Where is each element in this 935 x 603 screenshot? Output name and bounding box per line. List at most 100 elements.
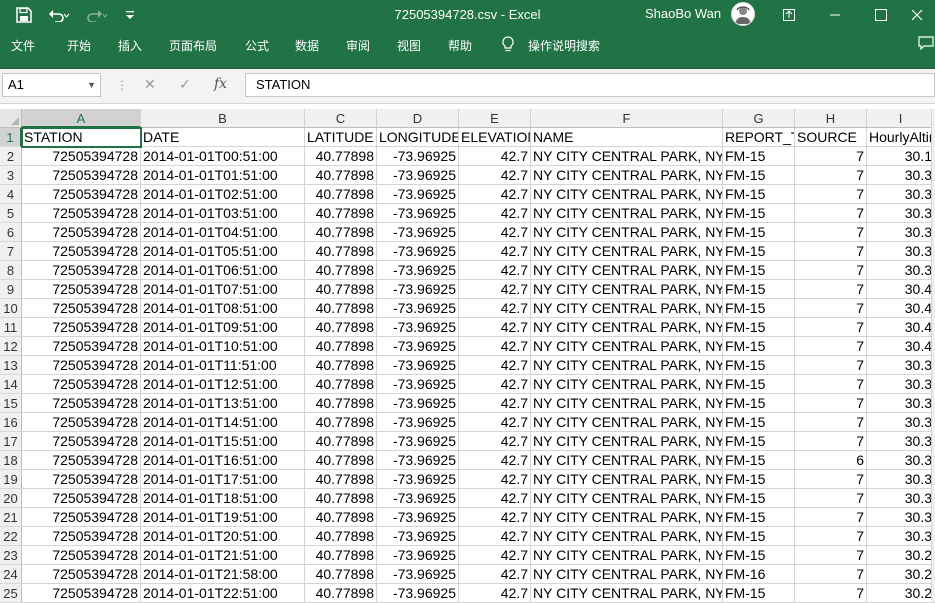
formula-bar-splitter[interactable]: ⋮ — [116, 78, 128, 92]
report-type-cell[interactable]: FM-15 — [723, 147, 795, 166]
altimeter-cell[interactable]: 30.1 — [867, 147, 935, 166]
date-cell[interactable]: 2014-01-01T04:51:00 — [141, 223, 305, 242]
tab-home[interactable]: 开始 — [67, 37, 91, 54]
elevation-cell[interactable]: 42.7 — [459, 185, 531, 204]
row-header[interactable]: 23 — [0, 546, 22, 565]
tab-view[interactable]: 视图 — [397, 37, 421, 54]
source-cell[interactable]: 7 — [795, 280, 867, 299]
elevation-cell[interactable]: 42.7 — [459, 565, 531, 584]
date-cell[interactable]: 2014-01-01T13:51:00 — [141, 394, 305, 413]
date-cell[interactable]: 2014-01-01T15:51:00 — [141, 432, 305, 451]
row-header[interactable]: 10 — [0, 299, 22, 318]
row-header[interactable]: 13 — [0, 356, 22, 375]
report-type-cell[interactable]: FM-15 — [723, 451, 795, 470]
station-cell[interactable]: 72505394728 — [22, 489, 141, 508]
altimeter-cell[interactable]: 30.2 — [867, 565, 935, 584]
station-cell[interactable]: 72505394728 — [22, 451, 141, 470]
source-cell[interactable]: 7 — [795, 261, 867, 280]
tab-data[interactable]: 数据 — [295, 37, 319, 54]
elevation-cell[interactable]: 42.7 — [459, 432, 531, 451]
row-header[interactable]: 20 — [0, 489, 22, 508]
altimeter-cell[interactable]: 30.3 — [867, 394, 935, 413]
header-cell[interactable]: REPORT_TYPE — [723, 128, 795, 147]
row-header[interactable]: 21 — [0, 508, 22, 527]
date-cell[interactable]: 2014-01-01T14:51:00 — [141, 413, 305, 432]
name-cell[interactable]: NY CITY CENTRAL PARK, NY US — [531, 204, 723, 223]
header-cell[interactable]: ELEVATION — [459, 128, 531, 147]
source-cell[interactable]: 7 — [795, 318, 867, 337]
station-cell[interactable]: 72505394728 — [22, 147, 141, 166]
latitude-cell[interactable]: 40.77898 — [305, 280, 377, 299]
tab-formulas[interactable]: 公式 — [245, 37, 269, 54]
row-header[interactable]: 22 — [0, 527, 22, 546]
elevation-cell[interactable]: 42.7 — [459, 546, 531, 565]
longitude-cell[interactable]: -73.96925 — [377, 375, 459, 394]
station-cell[interactable]: 72505394728 — [22, 508, 141, 527]
row-header[interactable]: 16 — [0, 413, 22, 432]
altimeter-cell[interactable]: 30.3 — [867, 166, 935, 185]
longitude-cell[interactable]: -73.96925 — [377, 337, 459, 356]
date-cell[interactable]: 2014-01-01T07:51:00 — [141, 280, 305, 299]
column-header-a[interactable]: A — [22, 109, 141, 128]
avatar[interactable] — [731, 2, 755, 26]
date-cell[interactable]: 2014-01-01T19:51:00 — [141, 508, 305, 527]
elevation-cell[interactable]: 42.7 — [459, 508, 531, 527]
row-header[interactable]: 1 — [0, 128, 22, 147]
station-cell[interactable]: 72505394728 — [22, 261, 141, 280]
elevation-cell[interactable]: 42.7 — [459, 451, 531, 470]
source-cell[interactable]: 7 — [795, 185, 867, 204]
date-cell[interactable]: 2014-01-01T10:51:00 — [141, 337, 305, 356]
report-type-cell[interactable]: FM-15 — [723, 489, 795, 508]
report-type-cell[interactable]: FM-15 — [723, 337, 795, 356]
source-cell[interactable]: 7 — [795, 223, 867, 242]
longitude-cell[interactable]: -73.96925 — [377, 565, 459, 584]
source-cell[interactable]: 7 — [795, 394, 867, 413]
header-cell[interactable]: LATITUDE — [305, 128, 377, 147]
latitude-cell[interactable]: 40.77898 — [305, 394, 377, 413]
longitude-cell[interactable]: -73.96925 — [377, 413, 459, 432]
altimeter-cell[interactable]: 30.2 — [867, 584, 935, 603]
station-cell[interactable]: 72505394728 — [22, 546, 141, 565]
name-cell[interactable]: NY CITY CENTRAL PARK, NY US — [531, 451, 723, 470]
report-type-cell[interactable]: FM-15 — [723, 261, 795, 280]
name-cell[interactable]: NY CITY CENTRAL PARK, NY US — [531, 489, 723, 508]
latitude-cell[interactable]: 40.77898 — [305, 527, 377, 546]
longitude-cell[interactable]: -73.96925 — [377, 242, 459, 261]
station-cell[interactable]: 72505394728 — [22, 565, 141, 584]
report-type-cell[interactable]: FM-15 — [723, 280, 795, 299]
column-header-e[interactable]: E — [459, 109, 531, 128]
date-cell[interactable]: 2014-01-01T11:51:00 — [141, 356, 305, 375]
longitude-cell[interactable]: -73.96925 — [377, 147, 459, 166]
date-cell[interactable]: 2014-01-01T20:51:00 — [141, 527, 305, 546]
date-cell[interactable]: 2014-01-01T03:51:00 — [141, 204, 305, 223]
close-icon[interactable] — [899, 0, 935, 30]
longitude-cell[interactable]: -73.96925 — [377, 470, 459, 489]
station-cell[interactable]: 72505394728 — [22, 242, 141, 261]
cancel-icon[interactable]: ✕ — [144, 76, 156, 93]
report-type-cell[interactable]: FM-15 — [723, 242, 795, 261]
name-cell[interactable]: NY CITY CENTRAL PARK, NY US — [531, 546, 723, 565]
name-cell[interactable]: NY CITY CENTRAL PARK, NY US — [531, 432, 723, 451]
altimeter-cell[interactable]: 30.3 — [867, 470, 935, 489]
elevation-cell[interactable]: 42.7 — [459, 261, 531, 280]
tab-help[interactable]: 帮助 — [448, 37, 472, 54]
elevation-cell[interactable]: 42.7 — [459, 489, 531, 508]
source-cell[interactable]: 7 — [795, 375, 867, 394]
source-cell[interactable]: 7 — [795, 356, 867, 375]
source-cell[interactable]: 7 — [795, 584, 867, 603]
station-cell[interactable]: 72505394728 — [22, 356, 141, 375]
latitude-cell[interactable]: 40.77898 — [305, 147, 377, 166]
source-cell[interactable]: 7 — [795, 489, 867, 508]
longitude-cell[interactable]: -73.96925 — [377, 394, 459, 413]
ribbon-display-icon[interactable] — [771, 0, 807, 30]
row-header[interactable]: 19 — [0, 470, 22, 489]
report-type-cell[interactable]: FM-16 — [723, 565, 795, 584]
report-type-cell[interactable]: FM-15 — [723, 584, 795, 603]
latitude-cell[interactable]: 40.77898 — [305, 166, 377, 185]
report-type-cell[interactable]: FM-15 — [723, 166, 795, 185]
name-cell[interactable]: NY CITY CENTRAL PARK, NY US — [531, 299, 723, 318]
altimeter-cell[interactable]: 30.2 — [867, 546, 935, 565]
enter-icon[interactable]: ✓ — [179, 76, 191, 93]
date-cell[interactable]: 2014-01-01T16:51:00 — [141, 451, 305, 470]
row-header[interactable]: 7 — [0, 242, 22, 261]
